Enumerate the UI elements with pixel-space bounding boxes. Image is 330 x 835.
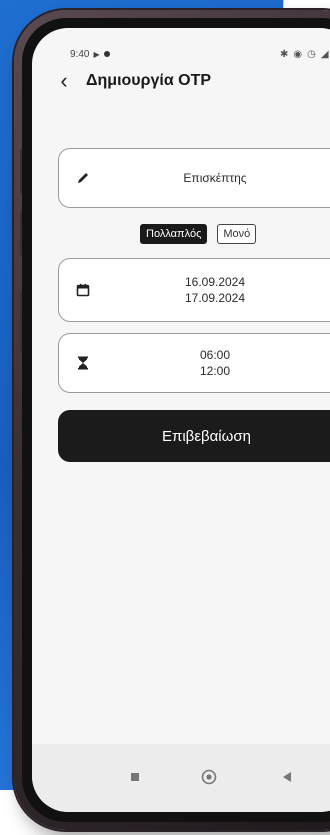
triangle-back-icon[interactable] [278, 768, 296, 786]
screen: 9:40 ▶ ✱ ◉ ◷ ◢ ‹ Δημιουργία OTP Επισκέπτ… [32, 28, 330, 812]
date-range-field[interactable]: 16.09.2024 17.09.2024 [58, 258, 330, 322]
confirm-button[interactable]: Επιβεβαίωση [58, 410, 330, 462]
phone-frame: 9:40 ▶ ✱ ◉ ◷ ◢ ‹ Δημιουργία OTP Επισκέπτ… [14, 10, 330, 830]
time-range-field[interactable]: 06:00 12:00 [58, 333, 330, 393]
multiple-mode-toggle[interactable]: Πολλαπλός [140, 224, 208, 244]
calendar-icon [75, 282, 91, 298]
navigation-bar [32, 744, 330, 812]
status-bar: 9:40 ▶ ✱ ◉ ◷ ◢ [70, 44, 330, 64]
play-icon: ▶ [93, 49, 100, 59]
pencil-icon [75, 170, 91, 186]
mode-toggle: Πολλαπλός Μονό [140, 224, 257, 244]
date-range-text: 16.09.2024 17.09.2024 [115, 274, 315, 306]
time-range-text: 06:00 12:00 [115, 347, 315, 379]
notification-dot-icon [103, 51, 110, 57]
phone-bezel: 9:40 ▶ ✱ ◉ ◷ ◢ ‹ Δημιουργία OTP Επισκέπτ… [22, 18, 330, 822]
start-time: 06:00 [199, 348, 231, 362]
status-time-group: 9:40 ▶ [70, 49, 110, 60]
end-time: 12:00 [199, 364, 231, 378]
visitor-field[interactable]: Επισκέπτης [58, 148, 330, 208]
hourglass-icon [75, 355, 91, 371]
confirm-button-label: Επιβεβαίωση [162, 427, 251, 445]
square-recent-icon[interactable] [126, 768, 144, 786]
end-date: 17.09.2024 [184, 291, 246, 305]
status-time: 9:40 [70, 48, 90, 60]
circle-home-icon[interactable] [200, 768, 218, 786]
bluetooth-icon: ✱ [280, 48, 289, 60]
page-title: Δημιουργία OTP [86, 72, 212, 89]
start-date: 16.09.2024 [184, 275, 246, 289]
signal-icon: ◢ [320, 48, 329, 60]
status-icons: ✱ ◉ ◷ ◢ [280, 49, 329, 60]
header: ‹ Δημιουργία OTP [54, 70, 211, 92]
alarm-icon: ◷ [307, 48, 316, 60]
nfc-icon: ◉ [293, 48, 303, 60]
back-arrow-icon[interactable]: ‹ [54, 70, 74, 92]
stage: 9:40 ▶ ✱ ◉ ◷ ◢ ‹ Δημιουργία OTP Επισκέπτ… [0, 0, 330, 835]
single-mode-toggle[interactable]: Μονό [217, 224, 257, 244]
visitor-label: Επισκέπτης [183, 171, 247, 185]
